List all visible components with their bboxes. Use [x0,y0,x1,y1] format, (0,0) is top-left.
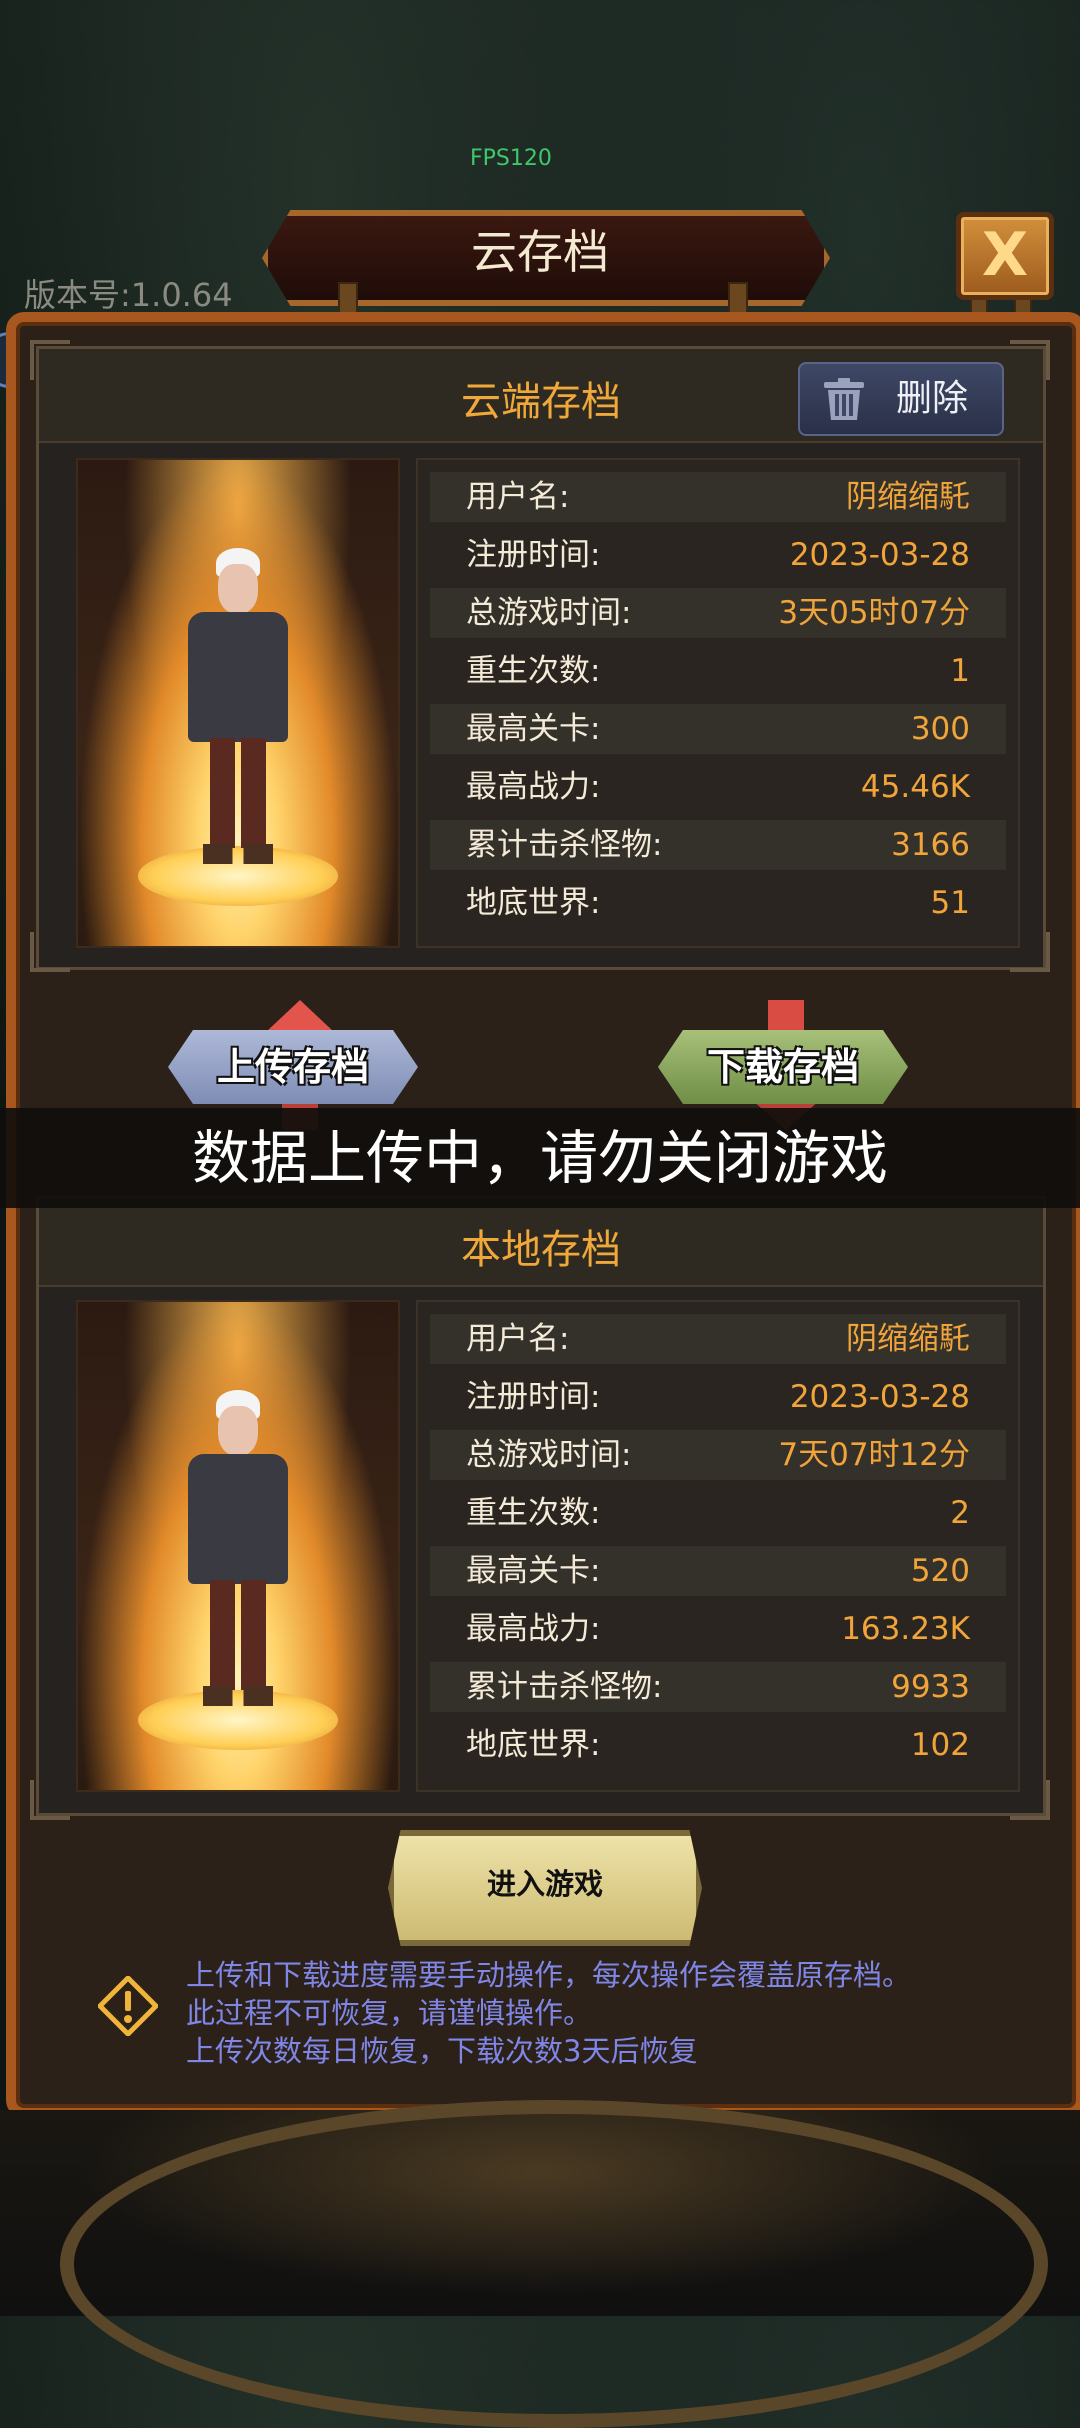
row-label: 最高关卡: [466,711,601,747]
corner-ornament [1010,340,1050,380]
info-row-play-time: 总游戏时间: 3天05时07分 [430,588,1006,638]
info-row-max-stage: 最高关卡: 300 [430,704,1006,754]
row-value: 2 [950,1495,970,1531]
info-row-kills: 累计击杀怪物: 9933 [430,1662,1006,1712]
title-peg [338,282,358,316]
info-row-register-date: 注册时间: 2023-03-28 [430,530,1006,580]
character-body [188,612,288,742]
close-icon: X [981,220,1029,290]
character-body [188,1454,288,1584]
row-label: 最高战力: [466,1611,601,1647]
info-row-register-date: 注册时间: 2023-03-28 [430,1372,1006,1422]
row-value: 2023-03-28 [789,537,970,573]
row-label: 地底世界: [466,885,601,921]
info-row-username: 用户名: 阴缩缩馲 [430,472,1006,522]
corner-ornament [30,340,70,380]
info-row-rebirths: 重生次数: 2 [430,1488,1006,1538]
row-value: 163.23K [841,1611,970,1647]
row-label: 注册时间: [466,537,601,573]
info-row-rebirths: 重生次数: 1 [430,646,1006,696]
delete-label: 删除 [896,378,969,419]
info-row-max-power: 最高战力: 45.46K [430,762,1006,812]
notice-line-3: 上传次数每日恢复，下载次数3天后恢复 [186,2034,698,2068]
row-label: 用户名: [466,1321,570,1357]
row-label: 重生次数: [466,653,601,689]
background-ring-ornament [60,2100,1048,2428]
row-label: 累计击杀怪物: [466,1669,663,1705]
delete-button[interactable]: 删除 [798,362,1004,436]
version-label: 版本号:1.0.64 [24,276,233,314]
notice-line-2: 此过程不可恢复，请谨慎操作。 [186,1996,593,2030]
row-label: 总游戏时间: [466,595,632,631]
info-row-underworld: 地底世界: 102 [430,1720,1006,1770]
row-value: 2023-03-28 [789,1379,970,1415]
row-value: 阴缩缩馲 [846,479,970,515]
row-value: 520 [910,1553,970,1589]
upload-label: 上传存档 [216,1045,369,1089]
corner-ornament [30,1780,70,1820]
warning-icon [98,1976,158,2036]
upload-arrow-icon [266,1000,334,1032]
toast-text: 数据上传中，请勿关闭游戏 [191,1124,888,1192]
notice-line-1: 上传和下载进度需要手动操作，每次操作会覆盖原存档。 [186,1958,912,1992]
download-label: 下载存档 [706,1045,859,1089]
row-label: 最高战力: [466,769,601,805]
trash-icon [824,378,864,420]
title-peg [728,282,748,316]
row-value: 9933 [891,1669,970,1705]
cloud-info-table: 用户名: 阴缩缩馲 注册时间: 2023-03-28 总游戏时间: 3天05时0… [416,458,1020,948]
character-head [218,564,258,614]
info-row-underworld: 地底世界: 51 [430,878,1006,928]
row-value: 45.46K [860,769,970,805]
local-info-table: 用户名: 阴缩缩馲 注册时间: 2023-03-28 总游戏时间: 7天07时1… [416,1300,1020,1792]
enter-game-button[interactable]: 进入游戏 [388,1830,702,1946]
info-row-max-power: 最高战力: 163.23K [430,1604,1006,1654]
fps-counter: FPS120 [470,146,552,171]
upload-toast: 数据上传中，请勿关闭游戏 [0,1108,1080,1208]
row-label: 累计击杀怪物: [466,827,663,863]
upload-save-button[interactable]: 上传存档 [168,1030,418,1104]
download-save-button[interactable]: 下载存档 [658,1030,908,1104]
character-feet [203,1686,273,1706]
row-value: 3天05时07分 [778,595,970,631]
row-value: 102 [910,1727,970,1763]
enter-game-label: 进入游戏 [486,1867,603,1901]
row-value: 3166 [891,827,970,863]
local-panel-title: 本地存档 [461,1227,621,1273]
info-row-username: 用户名: 阴缩缩馲 [430,1314,1006,1364]
character-head [218,1406,258,1456]
corner-ornament [30,932,70,972]
row-label: 总游戏时间: [466,1437,632,1473]
cloud-character-portrait [76,458,400,948]
info-row-play-time: 总游戏时间: 7天07时12分 [430,1430,1006,1480]
row-value: 1 [950,653,970,689]
row-value: 阴缩缩馲 [846,1321,970,1357]
row-value: 51 [930,885,970,921]
character-legs [210,1580,266,1690]
character-feet [203,844,273,864]
row-value: 7天07时12分 [778,1437,970,1473]
row-label: 重生次数: [466,1495,601,1531]
info-row-kills: 累计击杀怪物: 3166 [430,820,1006,870]
row-label: 地底世界: [466,1727,601,1763]
local-character-portrait [76,1300,400,1792]
character-legs [210,738,266,848]
close-button[interactable]: X [956,212,1054,300]
row-label: 用户名: [466,479,570,515]
row-label: 最高关卡: [466,1553,601,1589]
row-label: 注册时间: [466,1379,601,1415]
info-row-max-stage: 最高关卡: 520 [430,1546,1006,1596]
row-value: 300 [910,711,970,747]
